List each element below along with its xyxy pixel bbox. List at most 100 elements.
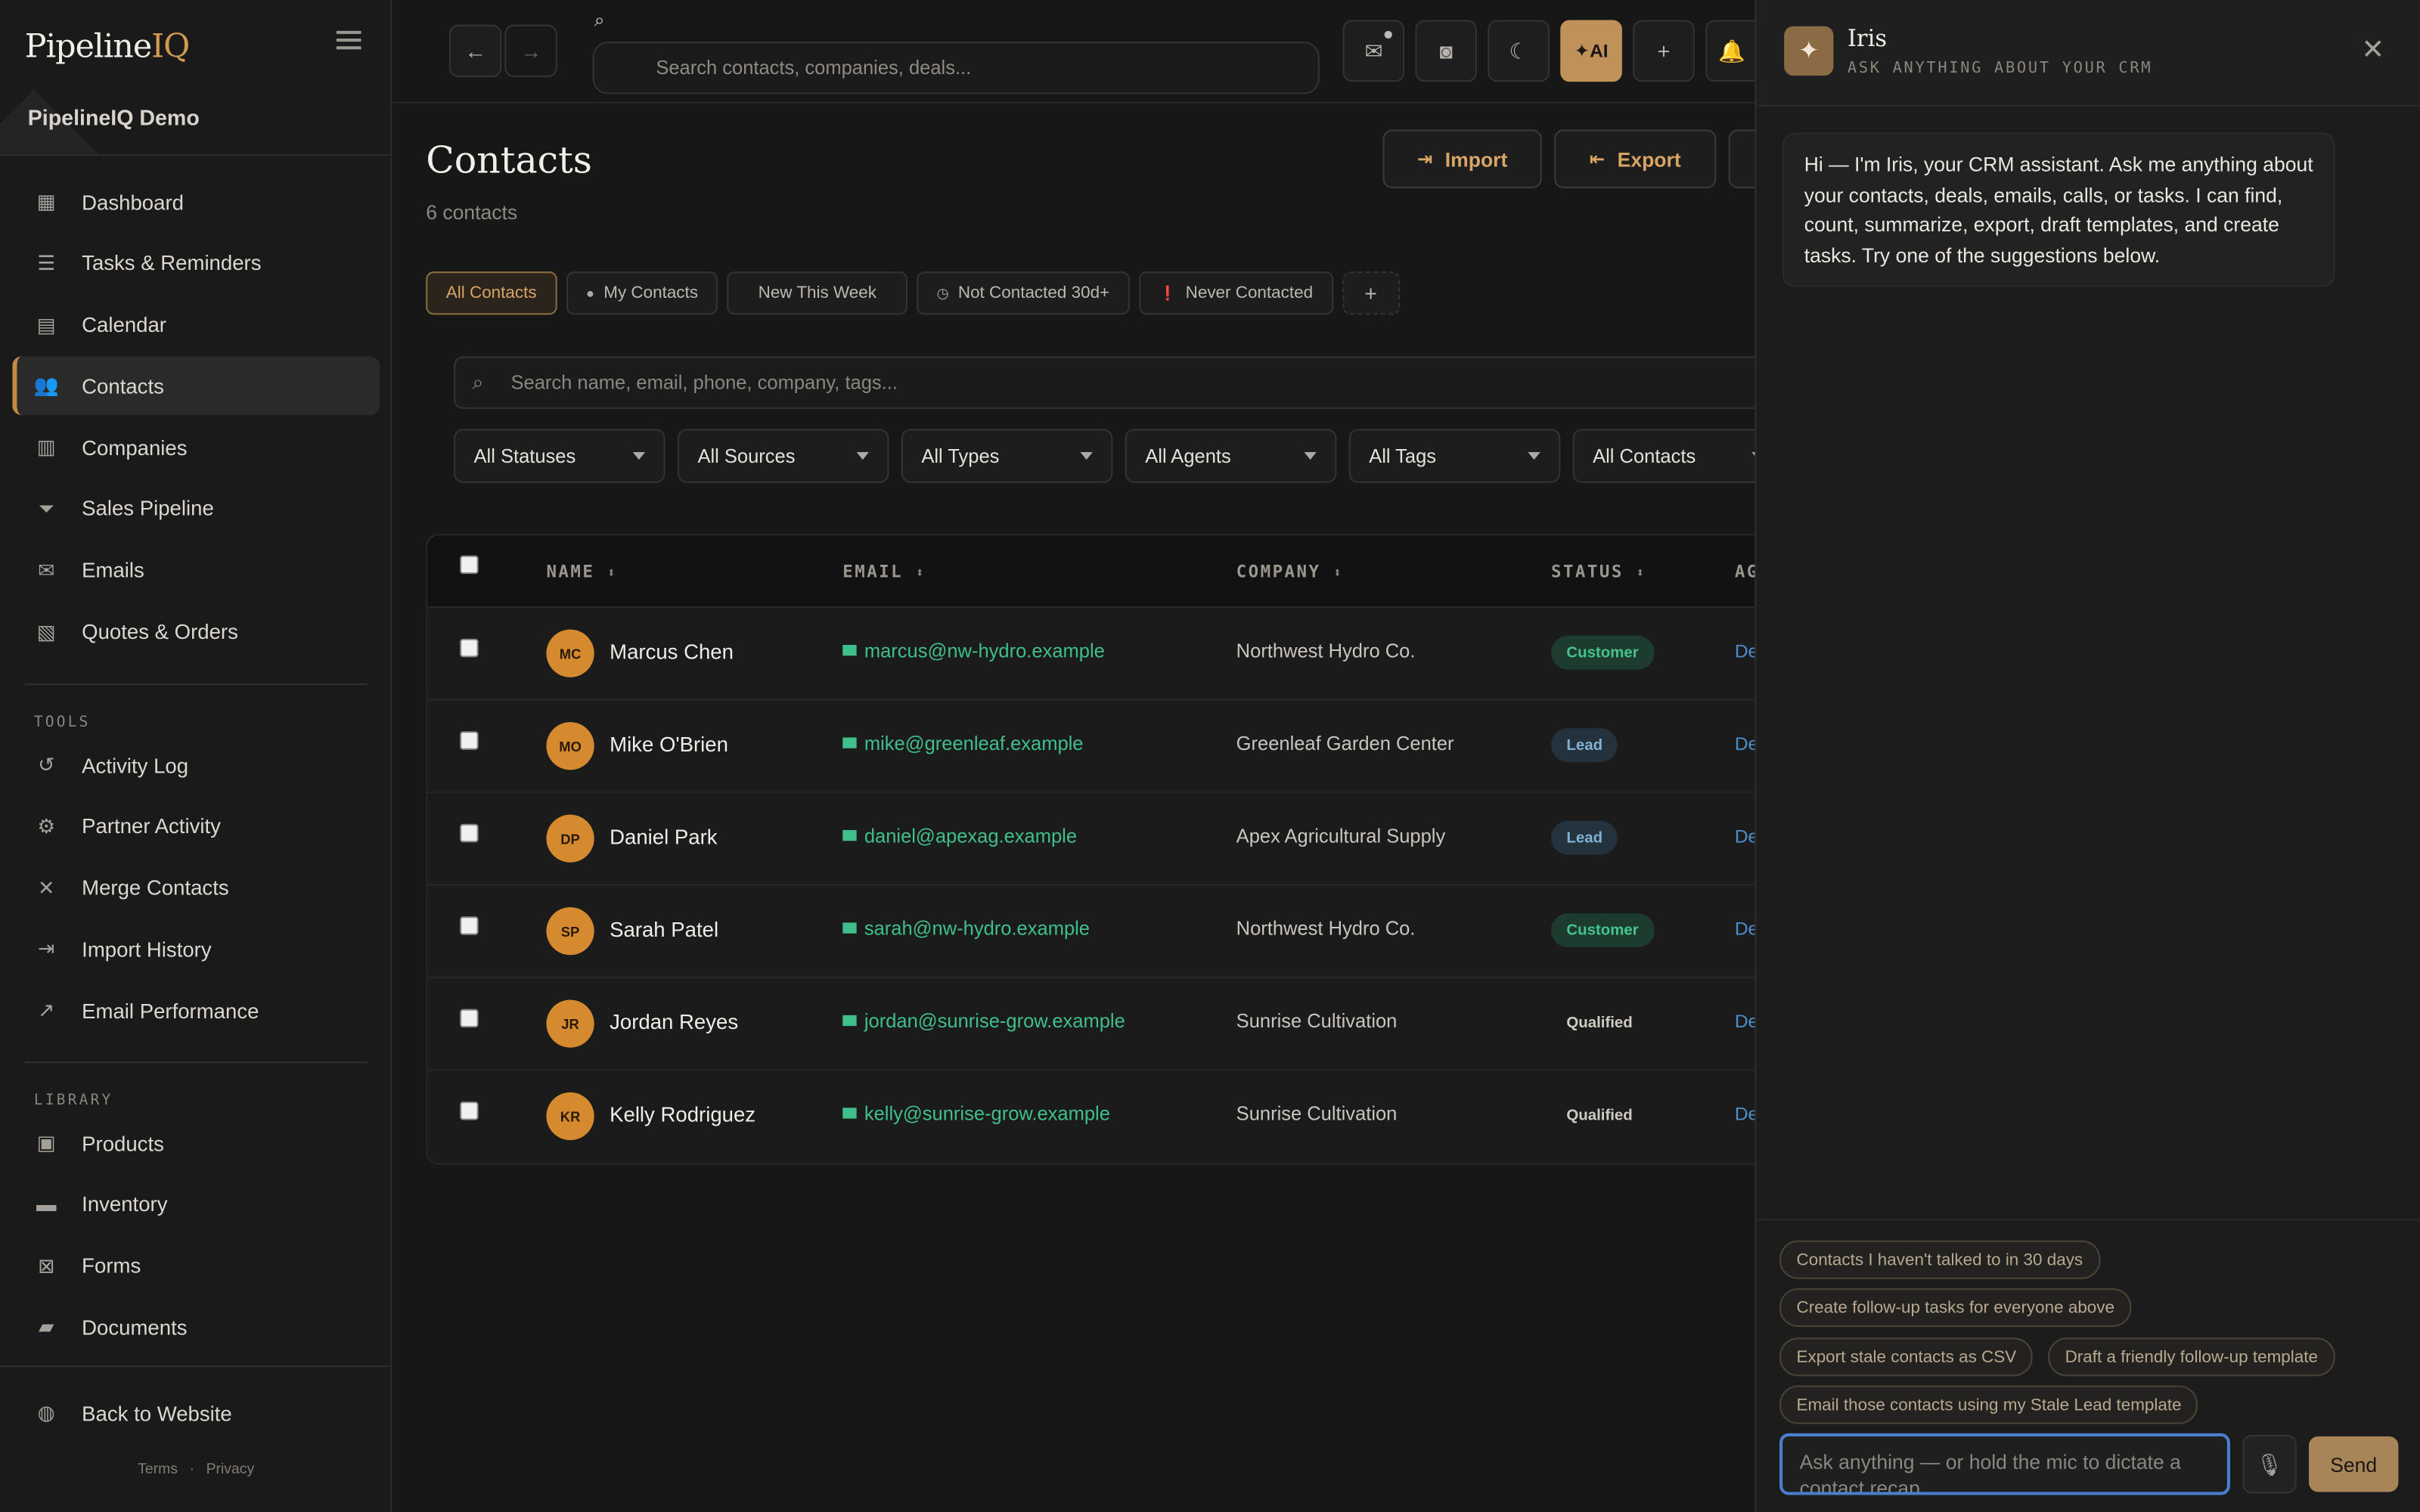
nav-emails[interactable]: ✉ Emails	[12, 541, 380, 600]
more-header-button[interactable]	[1728, 129, 1757, 188]
chip-not-contacted[interactable]: ◷ Not Contacted 30d+	[917, 271, 1130, 315]
agent-link[interactable]: De	[1735, 1103, 1757, 1125]
agent-link[interactable]: De	[1735, 1011, 1757, 1033]
nav-dashboard[interactable]: ▦ Dashboard	[12, 173, 380, 232]
moon-icon: ☾	[1509, 37, 1528, 63]
contact-search-input[interactable]: ⌕ Search name, email, phone, company, tag…	[453, 356, 1757, 409]
nav-documents[interactable]: ▰ Documents	[12, 1298, 380, 1357]
nav-forms[interactable]: ⊠ Forms	[12, 1237, 380, 1296]
nav-inventory[interactable]: ▬ Inventory	[12, 1176, 380, 1235]
back-to-website-link[interactable]: ◍ Back to Website	[12, 1384, 380, 1443]
contact-email[interactable]: jordan@sunrise-grow.example	[842, 1011, 1125, 1032]
contact-name[interactable]: Kelly Rodriguez	[610, 1103, 755, 1126]
row-checkbox[interactable]	[460, 638, 479, 658]
status-filter[interactable]: All Statuses	[453, 429, 666, 483]
email-column-header[interactable]: EMAIL ⬍	[842, 562, 926, 582]
nav-merge-contacts[interactable]: ✕ Merge Contacts	[12, 859, 380, 918]
contact-name[interactable]: Jordan Reyes	[610, 1011, 738, 1034]
import-button[interactable]: ⇥ Import	[1382, 129, 1542, 188]
global-search-input[interactable]: Search contacts, companies, deals...	[592, 42, 1320, 94]
nav-import-history[interactable]: ⇥ Import History	[12, 920, 380, 979]
agent-link[interactable]: De	[1735, 733, 1757, 754]
back-to-website-nav: ◍ Back to Website	[12, 1384, 380, 1445]
mic-button[interactable]: 🎙	[2242, 1434, 2297, 1494]
chip-my-contacts[interactable]: ● My Contacts	[566, 271, 718, 315]
form-icon: ⊠	[38, 1253, 55, 1277]
notifications-button[interactable]: 🔔	[1705, 20, 1757, 82]
contact-email[interactable]: daniel@apexag.example	[842, 826, 1077, 847]
table-row[interactable]: JR Jordan Reyes jordan@sunrise-grow.exam…	[427, 978, 1757, 1071]
table-row[interactable]: MO Mike O'Brien mike@greenleaf.example G…	[427, 701, 1757, 793]
nav-companies[interactable]: ▥ Companies	[12, 418, 380, 477]
export-button[interactable]: ⇤ Export	[1554, 129, 1717, 188]
tools-nav: ↺ Activity Log ⚙ Partner Activity ✕ Merge C…	[12, 736, 380, 1043]
nav-tasks[interactable]: ☰ Tasks & Reminders	[12, 234, 380, 293]
forward-button[interactable]: →	[504, 24, 557, 78]
chip-new-this-week[interactable]: New This Week	[727, 271, 908, 315]
suggestion-chip[interactable]: Contacts I haven't talked to in 30 days	[1779, 1240, 2100, 1279]
suggestion-chip[interactable]: Draft a friendly follow-up template	[2048, 1337, 2335, 1377]
ai-button[interactable]: ✦ AI	[1560, 20, 1622, 82]
table-row[interactable]: KR Kelly Rodriguez kelly@sunrise-grow.ex…	[427, 1070, 1756, 1163]
agent-filter[interactable]: All Agents	[1125, 429, 1337, 483]
chip-all-contacts[interactable]: All Contacts	[426, 271, 557, 315]
privacy-link[interactable]: Privacy	[206, 1461, 255, 1478]
contact-email[interactable]: kelly@sunrise-grow.example	[842, 1103, 1110, 1125]
status-column-header[interactable]: STATUS ⬍	[1551, 562, 1646, 582]
contact-name[interactable]: Marcus Chen	[610, 640, 734, 664]
nav-sales-pipeline[interactable]: ⏷ Sales Pipeline	[12, 480, 380, 539]
suggestion-chip[interactable]: Export stale contacts as CSV	[1779, 1337, 2034, 1377]
camera-button[interactable]: ◙	[1415, 20, 1478, 82]
row-checkbox[interactable]	[460, 731, 479, 750]
row-checkbox[interactable]	[460, 823, 479, 843]
iris-chat-input[interactable]: Ask anything — or hold the mic to dictat…	[1779, 1433, 2230, 1495]
back-button[interactable]: ←	[448, 24, 502, 78]
terms-link[interactable]: Terms	[138, 1461, 178, 1478]
mail-button[interactable]: ✉	[1342, 20, 1405, 82]
nav-label: Partner Activity	[82, 815, 221, 838]
close-icon[interactable]: ✕	[2361, 34, 2384, 67]
agent-link[interactable]: De	[1735, 640, 1757, 662]
table-row[interactable]: SP Sarah Patel sarah@nw-hydro.example No…	[427, 885, 1757, 978]
table-row[interactable]: DP Daniel Park daniel@apexag.example Ape…	[427, 793, 1757, 886]
source-filter[interactable]: All Sources	[677, 429, 889, 483]
nav-calendar[interactable]: ▤ Calendar	[12, 296, 380, 355]
contact-name[interactable]: Sarah Patel	[610, 918, 718, 941]
name-column-header[interactable]: NAME ⬍	[546, 562, 617, 582]
row-checkbox[interactable]	[460, 1009, 479, 1028]
company-column-header[interactable]: COMPANY ⬍	[1236, 562, 1344, 582]
send-button[interactable]: Send	[2309, 1436, 2399, 1492]
contact-email[interactable]: marcus@nw-hydro.example	[842, 640, 1105, 662]
contact-email[interactable]: sarah@nw-hydro.example	[842, 918, 1090, 940]
nav-contacts[interactable]: 👥 Contacts	[12, 357, 380, 416]
row-checkbox[interactable]	[460, 1101, 479, 1120]
chip-label: Not Contacted 30d+	[957, 284, 1110, 302]
nav-partner-activity[interactable]: ⚙ Partner Activity	[12, 798, 380, 857]
table-row[interactable]: MC Marcus Chen marcus@nw-hydro.example N…	[427, 608, 1757, 701]
suggestion-chip[interactable]: Create follow-up tasks for everyone abov…	[1779, 1288, 2132, 1328]
sidebar-divider	[24, 1061, 368, 1064]
brand-logo[interactable]: PipelineIQ	[25, 28, 191, 65]
type-filter[interactable]: All Types	[901, 429, 1113, 483]
add-button[interactable]: +	[1633, 20, 1695, 82]
contact-name[interactable]: Mike O'Brien	[610, 733, 728, 756]
tag-filter[interactable]: All Tags	[1348, 429, 1561, 483]
row-checkbox[interactable]	[460, 916, 479, 935]
nav-email-performance[interactable]: ↗ Email Performance	[12, 981, 380, 1040]
nav-quotes-orders[interactable]: ▧ Quotes & Orders	[12, 603, 380, 662]
chip-never-contacted[interactable]: ❗ Never Contacted	[1138, 271, 1333, 315]
agent-link[interactable]: De	[1735, 826, 1757, 847]
workspace-switcher[interactable]: PipelineIQ Demo	[0, 86, 392, 156]
agent-column-header[interactable]: AG	[1735, 562, 1757, 582]
agent-link[interactable]: De	[1735, 918, 1757, 940]
nav-activity-log[interactable]: ↺ Activity Log	[12, 736, 380, 795]
contact-email[interactable]: mike@greenleaf.example	[842, 733, 1084, 754]
suggestion-chip[interactable]: Email those contacts using my Stale Lead…	[1779, 1385, 2199, 1424]
add-view-button[interactable]: +	[1342, 271, 1400, 315]
nav-products[interactable]: ▣ Products	[12, 1114, 380, 1173]
select-all-checkbox[interactable]	[460, 555, 479, 575]
contact-scope-filter[interactable]: All Contacts	[1572, 429, 1757, 483]
contact-name[interactable]: Daniel Park	[610, 826, 717, 849]
theme-toggle-button[interactable]: ☾	[1488, 20, 1550, 82]
menu-icon[interactable]	[336, 30, 361, 56]
